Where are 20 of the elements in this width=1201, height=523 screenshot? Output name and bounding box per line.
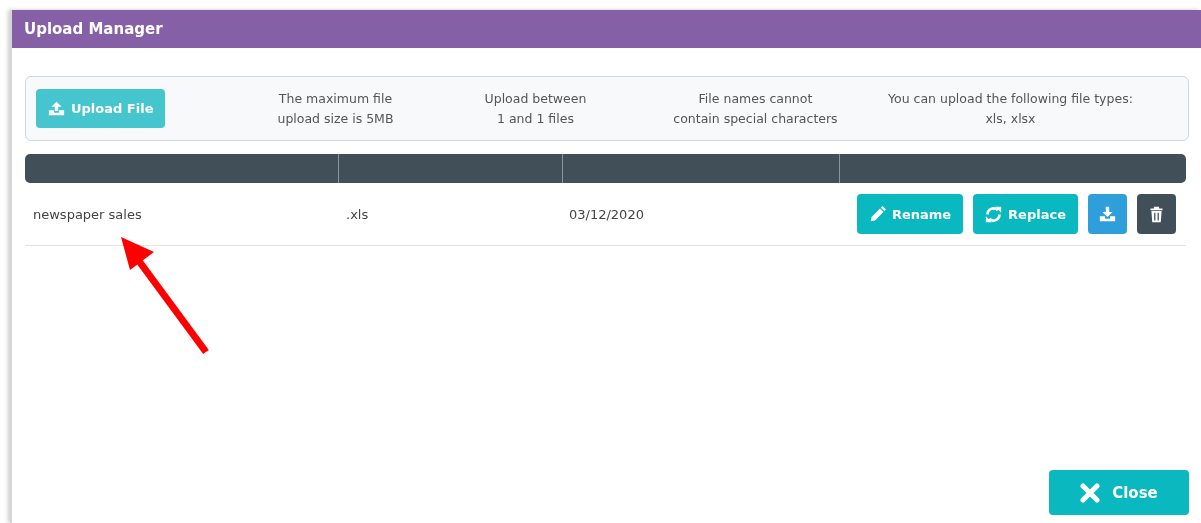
refresh-icon (985, 205, 1003, 223)
upload-rule-text: File names cannot contain special characters (672, 89, 839, 128)
download-button[interactable] (1088, 194, 1127, 234)
upload-file-button[interactable]: Upload File (36, 89, 166, 128)
close-icon (1080, 482, 1101, 503)
delete-button[interactable] (1137, 194, 1176, 234)
upload-rule-text: Upload between 1 and 1 files (483, 89, 588, 128)
pencil-icon (868, 205, 886, 223)
file-extension-cell-text: .xls (345, 206, 369, 222)
date-cell-text: 03/12/2020 (568, 206, 644, 222)
trash-icon (1148, 205, 1165, 223)
rename-button[interactable]: Rename (856, 194, 964, 234)
upload-rule-text: The maximum file upload size is 5MB (276, 89, 395, 128)
file-name-cell-text: newspaper sales (32, 206, 142, 222)
upload-icon (48, 100, 65, 117)
upload-rule-text: You can upload the following file types: xls, xlsx (887, 89, 1134, 128)
close-button[interactable]: Close (1049, 470, 1189, 515)
download-icon (1099, 205, 1116, 223)
replace-button[interactable]: Replace (973, 194, 1078, 234)
window-title: Upload Manager (24, 20, 163, 38)
